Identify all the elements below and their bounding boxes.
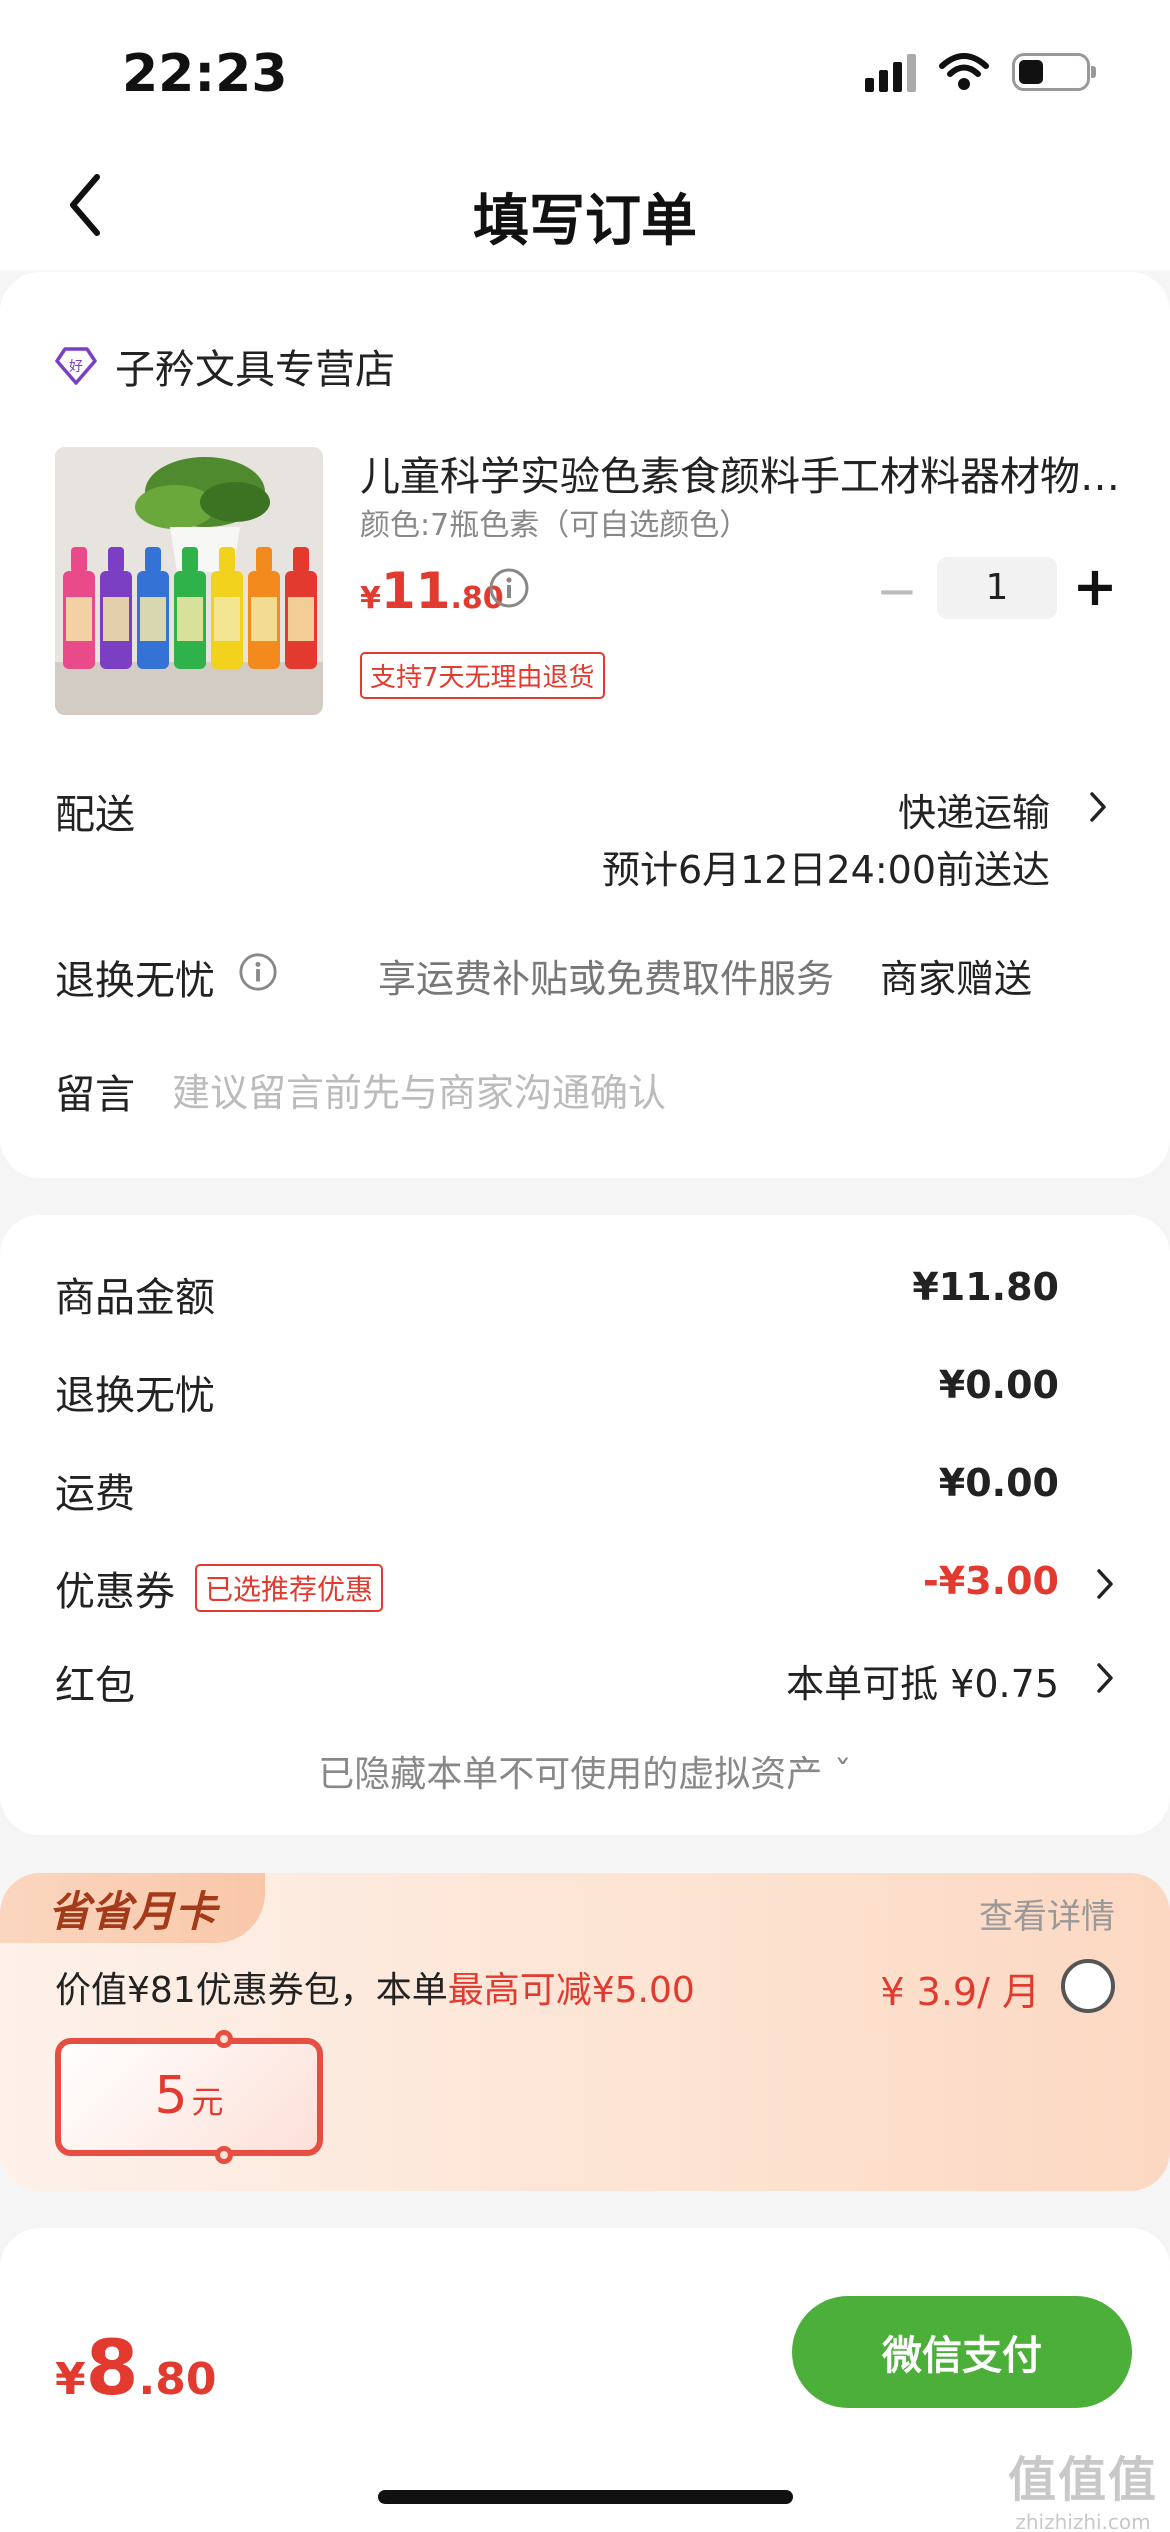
member-detail-link[interactable]: 查看详情 xyxy=(979,1889,1115,1938)
status-icons xyxy=(865,52,1096,92)
status-time: 22:23 xyxy=(122,44,288,104)
bottle-cap xyxy=(108,547,124,573)
status-bar: 22:23 xyxy=(0,0,1170,140)
return-service-desc: 享运费补贴或免费取件服务 xyxy=(378,957,835,1001)
red-packet-value: 本单可抵 ¥0.75 xyxy=(786,1662,1059,1706)
checkout-bar: ¥8.80 微信支付 xyxy=(0,2228,1170,2532)
return-fee-value: ¥0.00 xyxy=(938,1363,1059,1407)
member-select-radio[interactable] xyxy=(1061,1959,1115,2013)
member-card-tag: 省省月卡 xyxy=(0,1873,265,1943)
nav-bar: 填写订单 xyxy=(0,140,1170,270)
bottle-cap xyxy=(219,547,235,573)
ticket-notch-top xyxy=(215,2030,233,2048)
member-desc: 价值¥81优惠券包，本单最高可减¥5.00 xyxy=(55,1961,695,2013)
price-info-icon[interactable] xyxy=(488,567,530,609)
total-price-int: 8 xyxy=(85,2323,139,2412)
total-price-yen: ¥ xyxy=(55,2354,86,2405)
shop-row[interactable]: 好 子矜文具专营店 xyxy=(55,337,395,395)
member-coupon-ticket: 5 元 xyxy=(55,2030,323,2164)
return-fee-row: 退换无忧 ¥0.00 xyxy=(55,1363,1115,1423)
red-packet-row[interactable]: 红包 本单可抵 ¥0.75 xyxy=(55,1653,1115,1713)
return-service-gift: 商家赠送 xyxy=(880,957,1033,1001)
quantity-input[interactable]: 1 xyxy=(937,557,1057,619)
goods-amount-value: ¥11.80 xyxy=(912,1265,1059,1309)
product-title[interactable]: 儿童科学实验色素食颜料手工材料器材物理化学 xyxy=(360,444,1130,502)
member-desc-highlight: 最高可减¥5.00 xyxy=(447,1970,695,2011)
order-card: 好 子矜文具专营店 儿童科学实验色素食颜料手工材料器材物理化学 颜色:7瓶色素（… xyxy=(0,272,1170,1178)
delivery-label: 配送 xyxy=(55,792,135,838)
bottle-label xyxy=(214,597,240,641)
bottle-label xyxy=(288,597,314,641)
chevron-right-icon[interactable] xyxy=(1088,790,1108,824)
shop-badge-icon: 好 xyxy=(55,347,97,385)
coupon-amount: 5 xyxy=(154,2066,188,2126)
bottle-label xyxy=(251,597,277,641)
product-image[interactable] xyxy=(55,447,323,715)
quantity-increase-button[interactable]: + xyxy=(1068,558,1122,618)
watermark-logo-text: 值值值 xyxy=(1007,2452,1158,2508)
wechat-pay-button[interactable]: 微信支付 xyxy=(792,2296,1132,2408)
hidden-assets-toggle[interactable]: 已隐藏本单不可使用的虚拟资产 ˇ xyxy=(0,1745,1170,1797)
coupon-label-group: 优惠券 已选推荐优惠 xyxy=(55,1559,384,1617)
bottle-cap xyxy=(145,547,161,573)
coupon-badge: 已选推荐优惠 xyxy=(195,1564,384,1612)
coupon-row[interactable]: 优惠券 已选推荐优惠 -¥3.00 xyxy=(55,1559,1115,1619)
member-desc-prefix: 价值¥81优惠券包，本单 xyxy=(55,1970,448,2011)
return-fee-label: 退换无忧 xyxy=(55,1373,215,1419)
battery-icon xyxy=(1012,53,1096,91)
shop-name: 子矜文具专营店 xyxy=(115,347,395,393)
product-price: ¥11.80 xyxy=(360,562,504,620)
total-price: ¥8.80 xyxy=(55,2323,216,2412)
delivery-estimate: 预计6月12日24:00前送达 xyxy=(601,848,1050,892)
signal-icon xyxy=(865,52,916,92)
chevron-right-icon[interactable] xyxy=(1095,1567,1115,1601)
member-price: ¥ 3.9/ 月 xyxy=(880,1970,1040,2014)
ticket-notch-bottom xyxy=(215,2146,233,2164)
shipping-fee-value: ¥0.00 xyxy=(938,1461,1059,1505)
chevron-right-icon[interactable] xyxy=(1095,1661,1115,1695)
product-price-int: 11 xyxy=(380,562,451,620)
goods-amount-row: 商品金额 ¥11.80 xyxy=(55,1265,1115,1325)
product-price-yen: ¥ xyxy=(360,581,381,616)
svg-text:好: 好 xyxy=(69,359,83,375)
price-summary-card: 商品金额 ¥11.80 退换无忧 ¥0.00 运费 ¥0.00 优惠券 已选推荐… xyxy=(0,1215,1170,1835)
bottle-label xyxy=(140,597,166,641)
delivery-method[interactable]: 快递运输 xyxy=(898,782,1050,837)
wifi-icon xyxy=(939,53,989,90)
quantity-decrease-button[interactable]: − xyxy=(872,562,922,622)
bottle-label xyxy=(103,597,129,641)
bottle-cap xyxy=(182,547,198,573)
bottle-label xyxy=(66,597,92,641)
bottle-cap xyxy=(256,547,272,573)
return-service-label: 退换无忧 xyxy=(55,958,215,1004)
red-packet-label: 红包 xyxy=(55,1663,135,1709)
coupon-value: -¥3.00 xyxy=(923,1559,1059,1603)
return-policy-badge: 支持7天无理由退货 xyxy=(360,652,605,699)
product-image-graphic xyxy=(55,447,323,715)
home-indicator[interactable] xyxy=(378,2490,793,2504)
watermark: 值值值 zhizhizhi.com xyxy=(1008,2440,1158,2532)
bottle-label xyxy=(177,597,203,641)
return-info-icon[interactable] xyxy=(238,952,278,992)
coupon-unit: 元 xyxy=(191,2083,224,2121)
total-price-dec: .80 xyxy=(138,2354,217,2405)
member-card: 省省月卡 查看详情 价值¥81优惠券包，本单最高可减¥5.00 ¥ 3.9/ 月… xyxy=(0,1873,1170,2191)
bottle-cap xyxy=(71,547,87,573)
message-input[interactable]: 建议留言前先与商家沟通确认 xyxy=(172,1062,666,1117)
bottle-cap xyxy=(293,547,309,573)
message-label: 留言 xyxy=(55,1072,135,1118)
shipping-fee-row: 运费 ¥0.00 xyxy=(55,1461,1115,1521)
watermark-url: zhizhizhi.com xyxy=(1015,2510,1151,2532)
goods-amount-label: 商品金额 xyxy=(55,1275,215,1321)
product-spec[interactable]: 颜色:7瓶色素（可自选颜色） xyxy=(360,500,749,544)
shipping-fee-label: 运费 xyxy=(55,1471,135,1517)
coupon-label: 优惠券 xyxy=(55,1569,175,1615)
page-title: 填写订单 xyxy=(473,189,697,254)
